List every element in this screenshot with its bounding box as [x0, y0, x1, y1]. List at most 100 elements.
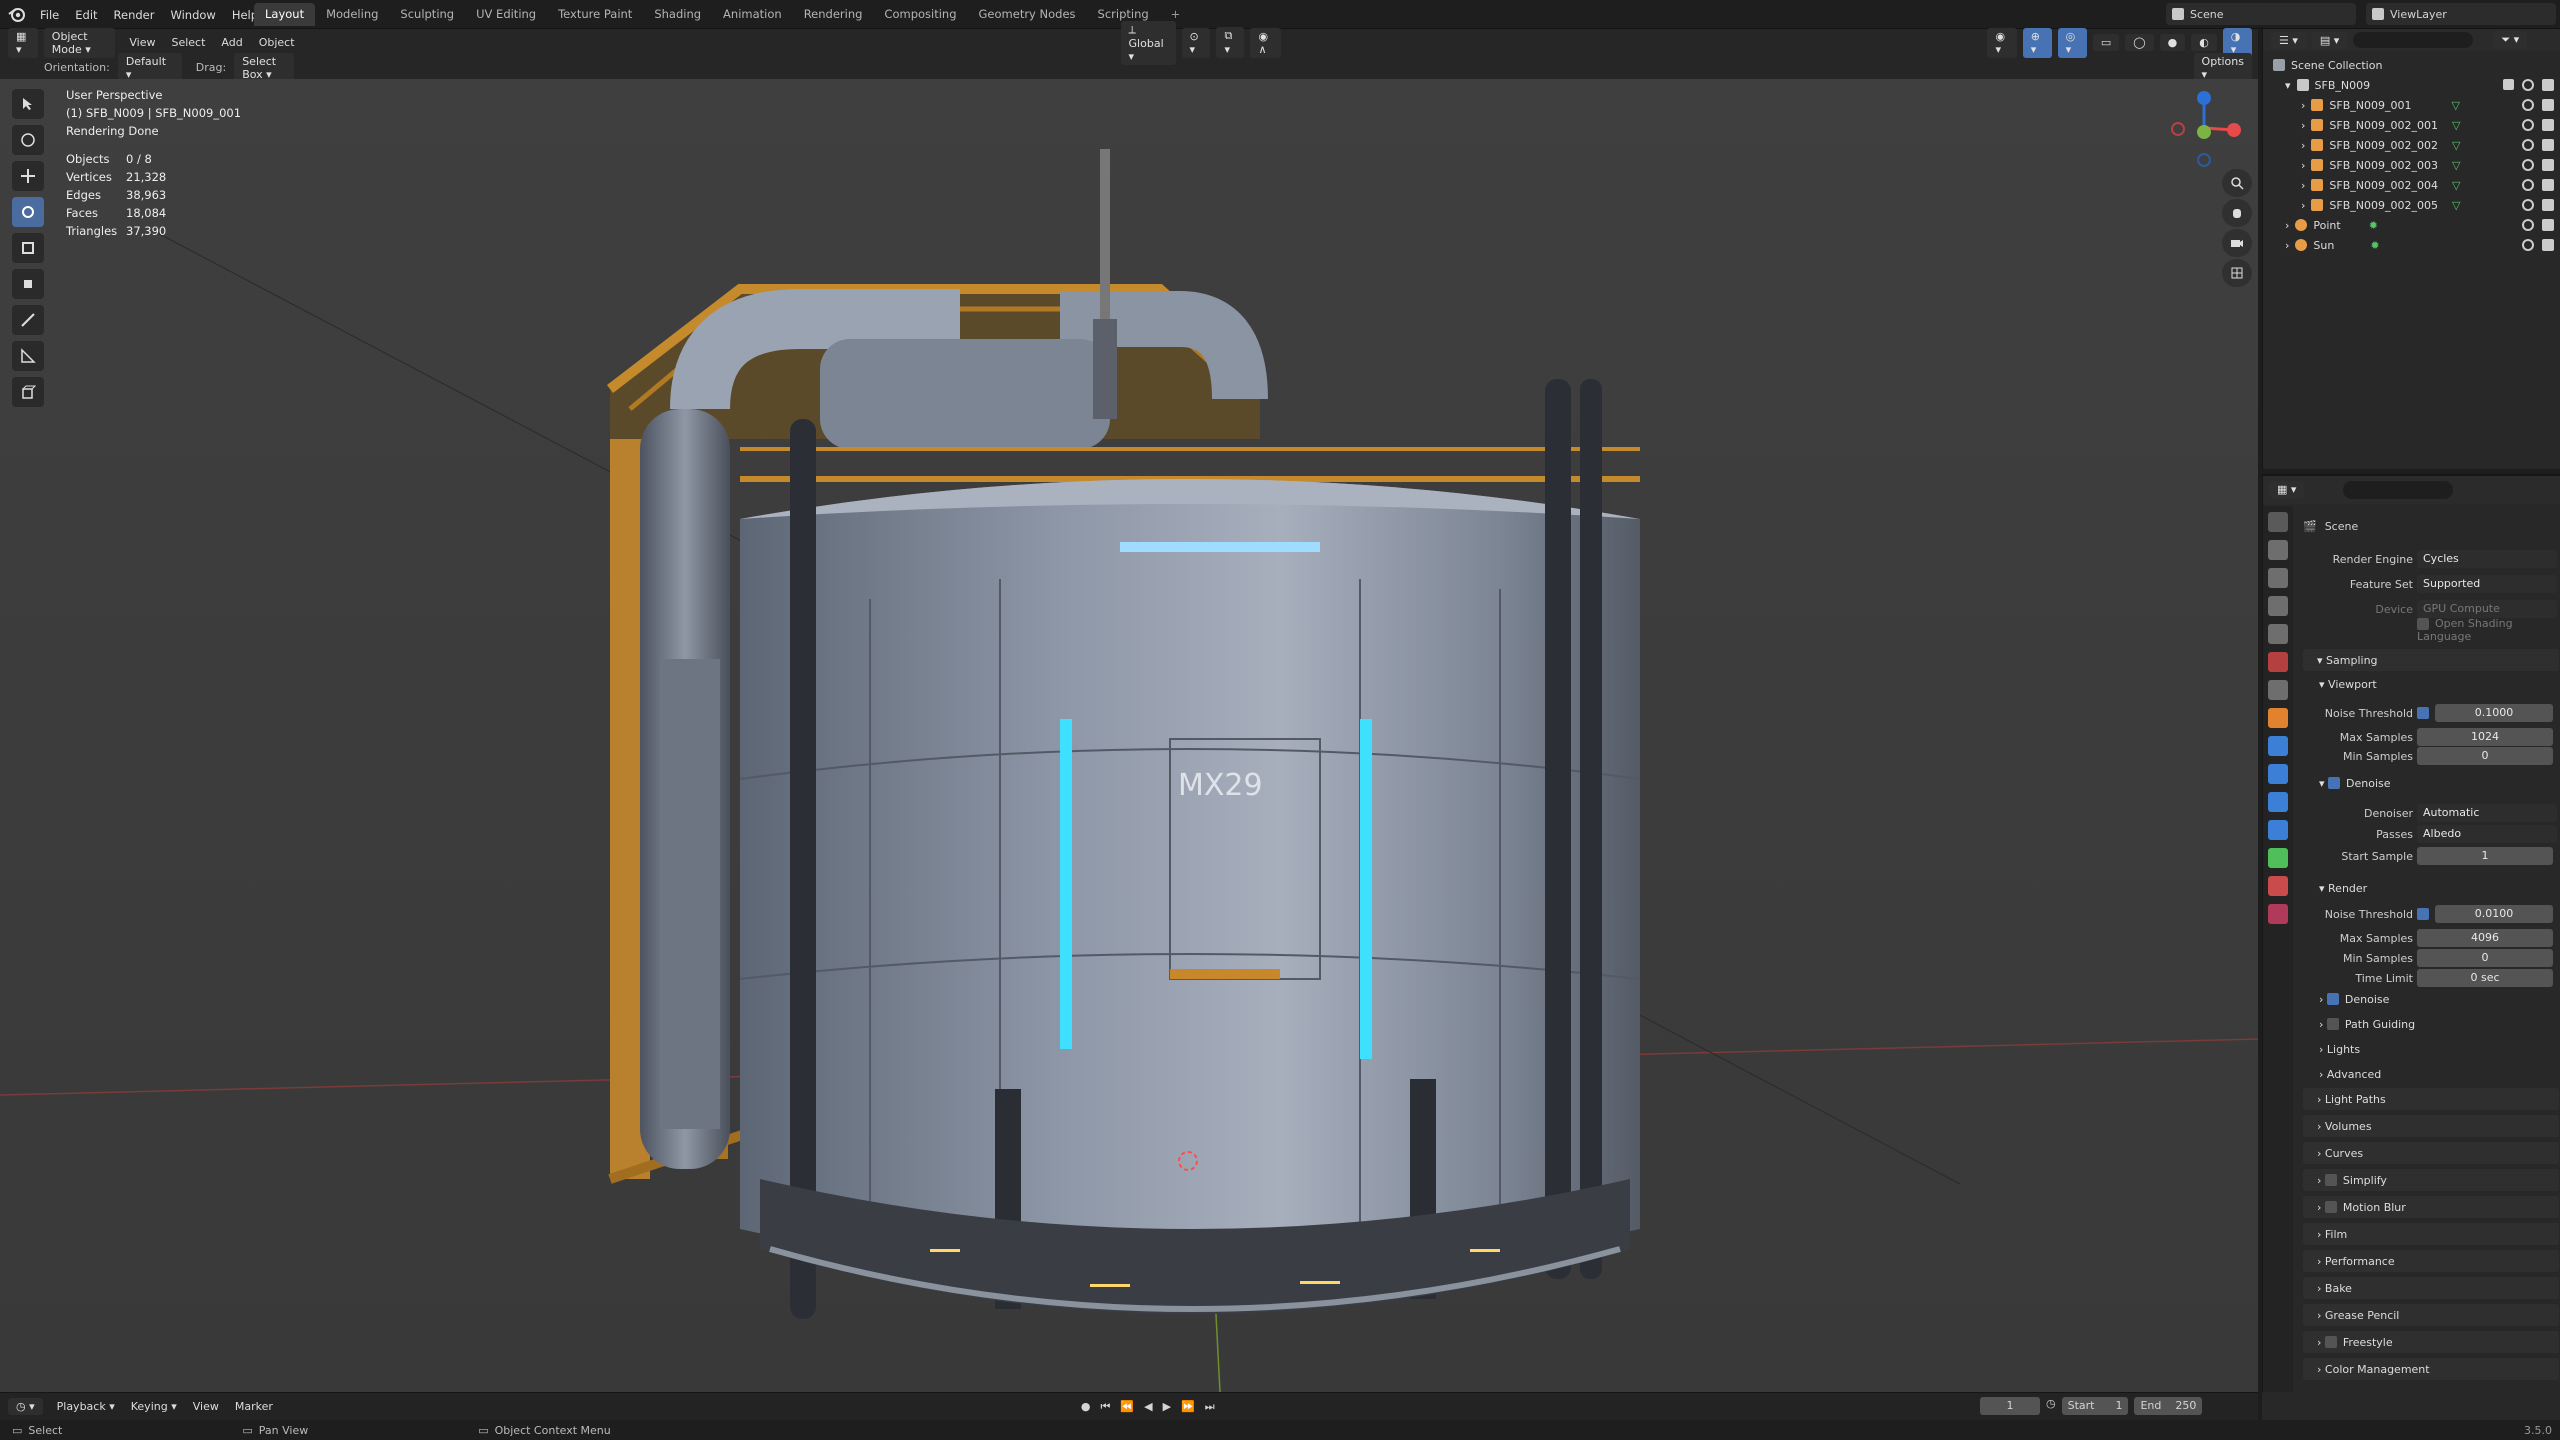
camera-icon[interactable] [2542, 139, 2554, 151]
pan-hand-icon[interactable] [2222, 199, 2252, 227]
menu-add[interactable]: Add [213, 36, 250, 49]
view-layer-tab-icon[interactable] [2268, 596, 2288, 616]
eye-icon[interactable] [2522, 199, 2534, 211]
xray-toggle[interactable]: ▭ [2092, 34, 2120, 51]
freestyle-section[interactable]: › Freestyle [2303, 1331, 2559, 1353]
camera-icon[interactable] [2542, 239, 2554, 251]
viewport-max-samples-field[interactable]: 1024 [2417, 728, 2553, 746]
expand-chevron-icon[interactable]: › [2301, 179, 2305, 192]
3d-viewport[interactable]: MX29 User Perspective (1) SFB_N009 | SFB… [0, 79, 2258, 1392]
snap-toggle[interactable]: ⧉ ▾ [1216, 27, 1245, 58]
jump-start-icon[interactable]: ⏮ [1100, 1400, 1110, 1414]
orientation-dropdown[interactable]: Default ▾ [117, 52, 182, 83]
rotate-tool-icon[interactable] [12, 197, 44, 227]
tree-row-collection[interactable]: ▾ SFB_N009 [2263, 75, 2560, 95]
proportional-edit-toggle[interactable]: ◉ ∧ [1250, 27, 1282, 58]
light-paths-section[interactable]: › Light Paths [2303, 1088, 2559, 1110]
expand-chevron-icon[interactable]: › [2301, 99, 2305, 112]
data-tab-icon[interactable] [2268, 848, 2288, 868]
shading-material[interactable]: ◐ [2191, 34, 2217, 51]
eye-icon[interactable] [2522, 119, 2534, 131]
view-layer-selector[interactable]: ViewLayer [2366, 3, 2556, 25]
tab-texture-paint[interactable]: Texture Paint [547, 3, 643, 26]
blender-logo-icon[interactable] [8, 5, 26, 23]
render-engine-dropdown[interactable]: Cycles [2417, 550, 2557, 568]
camera-icon[interactable] [2542, 179, 2554, 191]
expand-chevron-icon[interactable]: › [2301, 199, 2305, 212]
camera-icon[interactable] [2542, 159, 2554, 171]
exclude-checkbox[interactable] [2503, 79, 2514, 90]
eye-icon[interactable] [2522, 239, 2534, 251]
tree-row-object[interactable]: › SFB_N009_002_005 ▽ [2263, 195, 2560, 215]
menu-file[interactable]: File [32, 8, 67, 22]
menu-timeline-view[interactable]: View [185, 1400, 227, 1413]
tab-uv-editing[interactable]: UV Editing [465, 3, 547, 26]
tree-row-light[interactable]: › Sun ✹ [2263, 235, 2560, 255]
jump-end-icon[interactable]: ⏭ [1205, 1400, 1215, 1414]
object-tab-icon[interactable] [2268, 708, 2288, 728]
shading-wireframe[interactable]: ◯ [2125, 34, 2154, 51]
osl-checkbox-row[interactable]: Open Shading Language [2417, 617, 2560, 643]
move-tool-icon[interactable] [12, 161, 44, 191]
tab-shading[interactable]: Shading [643, 3, 712, 26]
color-management-section[interactable]: › Color Management [2303, 1358, 2559, 1380]
sampling-section[interactable]: ▾ Sampling [2303, 649, 2559, 671]
render-tab-icon[interactable] [2268, 540, 2288, 560]
tree-row-object[interactable]: › SFB_N009_001 ▽ [2263, 95, 2560, 115]
camera-icon[interactable] [2542, 79, 2554, 91]
render-subsection[interactable]: ▾ Render [2319, 878, 2367, 898]
curves-section[interactable]: › Curves [2303, 1142, 2559, 1164]
eye-icon[interactable] [2522, 159, 2534, 171]
outliner-search-input[interactable] [2353, 32, 2474, 48]
overlay-toggle[interactable]: ◎ ▾ [2057, 27, 2087, 58]
noise-threshold-checkbox[interactable] [2417, 707, 2429, 719]
passes-dropdown[interactable]: Albedo [2417, 825, 2557, 843]
eye-icon[interactable] [2522, 179, 2534, 191]
measure-tool-icon[interactable] [12, 341, 44, 371]
menu-view[interactable]: View [121, 36, 163, 49]
eye-icon[interactable] [2522, 139, 2534, 151]
motion-blur-section[interactable]: › Motion Blur [2303, 1196, 2559, 1218]
editor-type-dropdown[interactable]: ▦ ▾ [8, 27, 38, 58]
render-max-samples-field[interactable]: 4096 [2417, 929, 2553, 947]
viewport-subsection[interactable]: ▾ Viewport [2319, 674, 2377, 694]
tool-tab-icon[interactable] [2268, 512, 2288, 532]
tree-row-object[interactable]: › SFB_N009_002_003 ▽ [2263, 155, 2560, 175]
simplify-section[interactable]: › Simplify [2303, 1169, 2559, 1191]
start-sample-field[interactable]: 1 [2417, 847, 2553, 865]
drag-dropdown[interactable]: Select Box ▾ [234, 52, 294, 83]
pivot-dropdown[interactable]: ⊙ ▾ [1181, 27, 1211, 58]
tab-rendering[interactable]: Rendering [793, 3, 874, 26]
feature-set-dropdown[interactable]: Supported [2417, 575, 2557, 593]
denoiser-dropdown[interactable]: Automatic [2417, 804, 2557, 822]
tab-animation[interactable]: Animation [712, 3, 793, 26]
constraints-tab-icon[interactable] [2268, 820, 2288, 840]
tab-modeling[interactable]: Modeling [315, 3, 389, 26]
scene-tab-icon[interactable] [2268, 624, 2288, 644]
menu-select[interactable]: Select [163, 36, 213, 49]
cursor-tool-icon[interactable] [12, 125, 44, 155]
expand-chevron-icon[interactable]: › [2301, 119, 2305, 132]
annotate-tool-icon[interactable] [12, 305, 44, 335]
lights-subsection[interactable]: › Lights [2319, 1039, 2360, 1059]
add-cube-tool-icon[interactable] [12, 377, 44, 407]
menu-keying[interactable]: Keying ▾ [123, 1400, 185, 1413]
output-tab-icon[interactable] [2268, 568, 2288, 588]
expand-chevron-icon[interactable]: › [2285, 219, 2289, 232]
menu-object[interactable]: Object [251, 36, 303, 49]
particles-tab-icon[interactable] [2268, 764, 2288, 784]
performance-section[interactable]: › Performance [2303, 1250, 2559, 1272]
tab-compositing[interactable]: Compositing [873, 3, 967, 26]
camera-icon[interactable] [2542, 119, 2554, 131]
tab-sculpting[interactable]: Sculpting [389, 3, 465, 26]
menu-marker[interactable]: Marker [227, 1400, 281, 1413]
gizmo-toggle[interactable]: ⊕ ▾ [2022, 27, 2052, 58]
render-denoise-toggle[interactable]: › Denoise [2319, 989, 2389, 1009]
render-min-samples-field[interactable]: 0 [2417, 949, 2553, 967]
outliner-filter-icon[interactable]: ⏷ ▾ [2493, 31, 2528, 49]
advanced-subsection[interactable]: › Advanced [2319, 1064, 2381, 1084]
collection-tab-icon[interactable] [2268, 680, 2288, 700]
shading-solid[interactable]: ● [2159, 34, 2186, 51]
texture-tab-icon[interactable] [2268, 904, 2288, 924]
start-frame-field[interactable]: Start 1 [2061, 1397, 2129, 1415]
